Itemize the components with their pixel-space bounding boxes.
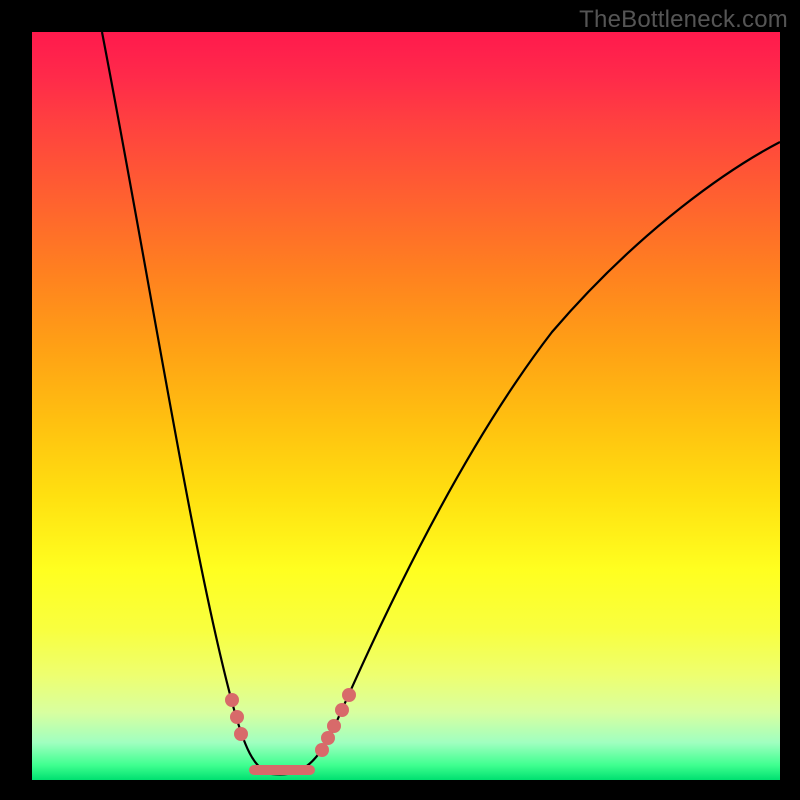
watermark-text: TheBottleneck.com	[579, 6, 788, 34]
bottleneck-curve	[102, 32, 780, 774]
marker-dot	[225, 693, 239, 707]
marker-dot	[234, 727, 248, 741]
marker-dot	[327, 719, 341, 733]
marker-dot	[315, 743, 329, 757]
marker-dot	[230, 710, 244, 724]
chart-svg	[32, 32, 780, 780]
marker-dot	[335, 703, 349, 717]
marker-dot	[321, 731, 335, 745]
marker-dot	[342, 688, 356, 702]
chart-plot-area	[32, 32, 780, 780]
